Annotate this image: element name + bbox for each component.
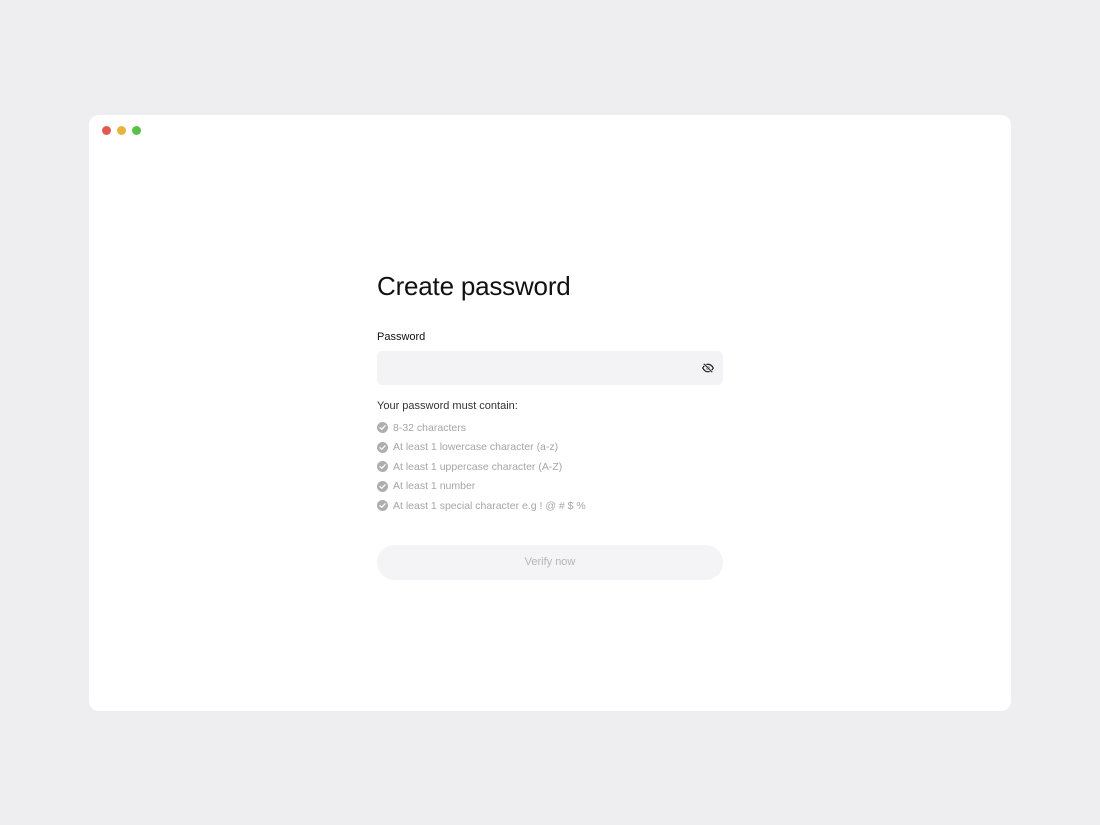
requirements-title: Your password must contain: (377, 400, 518, 412)
requirement-item: At least 1 uppercase character (A-Z) (377, 457, 723, 477)
minimize-window-button[interactable] (117, 126, 126, 135)
close-window-button[interactable] (102, 126, 111, 135)
check-circle-icon (377, 441, 388, 453)
create-password-form: Create password Password Your password m… (377, 270, 723, 580)
requirement-text: At least 1 uppercase character (A-Z) (393, 460, 563, 473)
maximize-window-button[interactable] (132, 126, 141, 135)
password-input[interactable] (377, 351, 723, 385)
check-circle-icon (377, 422, 388, 434)
check-circle-icon (377, 480, 388, 492)
eye-off-icon[interactable] (700, 360, 716, 376)
requirements-list: 8-32 characters At least 1 lowercase cha… (377, 418, 723, 516)
page-title: Create password (377, 271, 571, 301)
verify-now-button[interactable]: Verify now (377, 544, 723, 580)
requirement-item: At least 1 special character e.g ! @ # $… (377, 496, 723, 516)
requirement-item: 8-32 characters (377, 418, 723, 438)
requirement-text: At least 1 number (393, 480, 476, 493)
requirement-text: At least 1 special character e.g ! @ # $… (393, 499, 586, 512)
requirement-text: 8-32 characters (393, 421, 466, 434)
window-controls (102, 126, 141, 135)
password-field (377, 351, 723, 385)
requirement-item: At least 1 lowercase character (a-z) (377, 438, 723, 458)
app-window: Create password Password Your password m… (89, 115, 1011, 711)
password-label: Password (377, 331, 426, 343)
check-circle-icon (377, 461, 388, 473)
check-circle-icon (377, 500, 388, 512)
requirement-text: At least 1 lowercase character (a-z) (393, 441, 559, 454)
requirement-item: At least 1 number (377, 477, 723, 497)
